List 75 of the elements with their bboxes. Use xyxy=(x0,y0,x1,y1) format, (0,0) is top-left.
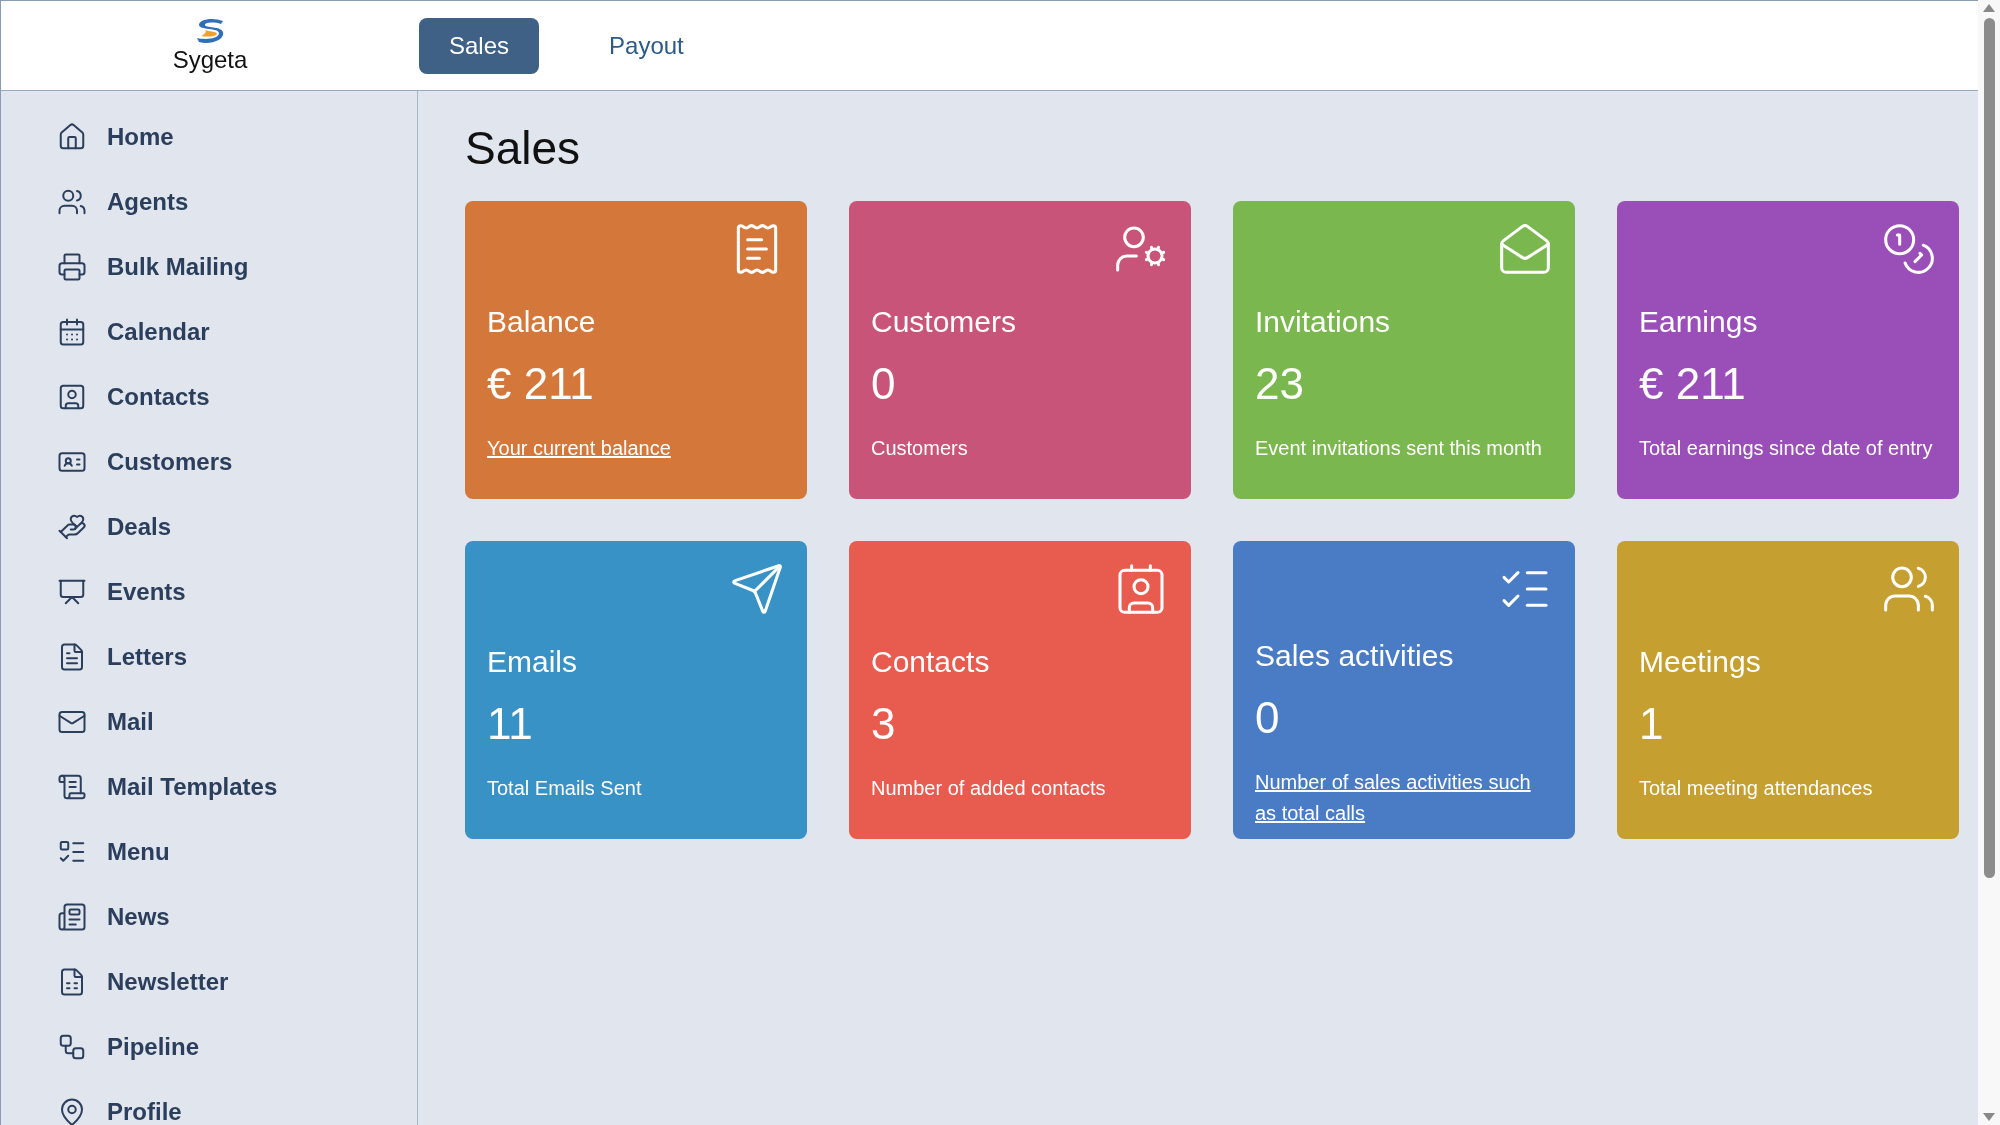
scroll-up-icon[interactable] xyxy=(1983,4,1995,12)
sidebar-item[interactable]: Bulk Mailing xyxy=(57,247,417,287)
page-title: Sales xyxy=(465,121,582,175)
sidebar-item[interactable]: Home xyxy=(57,117,417,157)
sidebar-item[interactable]: Mail Templates xyxy=(57,767,417,807)
coins-icon xyxy=(1881,221,1937,277)
card-title: Customers xyxy=(871,305,1018,339)
sidebar-item[interactable]: Mail xyxy=(57,702,417,742)
presentation-icon xyxy=(57,577,87,607)
sidebar-item-label: Profile xyxy=(107,1098,182,1125)
sidebar-item-label: Agents xyxy=(107,188,189,216)
sidebar-item[interactable]: Pipeline xyxy=(57,1027,417,1067)
card-title: Meetings xyxy=(1639,645,1762,679)
newspaper-icon xyxy=(57,902,87,932)
sidebar-item[interactable]: Customers xyxy=(57,442,417,482)
sidebar-item-label: Mail xyxy=(107,708,154,736)
scrollbar[interactable] xyxy=(1978,0,2000,1125)
sidebar-item[interactable]: Newsletter xyxy=(57,962,417,1002)
calendar-icon xyxy=(57,317,87,347)
sidebar-item[interactable]: Menu xyxy=(57,832,417,872)
card-title: Balance xyxy=(487,305,597,339)
open-envelope-icon xyxy=(1497,221,1553,277)
card-description: Total earnings since date of entry xyxy=(1639,436,1934,461)
card-description: Event invitations sent this month xyxy=(1255,436,1543,461)
scroll-icon xyxy=(57,772,87,802)
sidebar-item-label: Pipeline xyxy=(107,1033,200,1061)
card-value: 0 xyxy=(1255,693,1281,743)
contact-card-icon xyxy=(57,382,87,412)
card-value: 0 xyxy=(871,359,897,409)
sidebar-item[interactable]: Contacts xyxy=(57,377,417,417)
sidebar-item-label: Deals xyxy=(107,513,172,541)
sidebar-item-label: Menu xyxy=(107,838,170,866)
sidebar-item-label: Contacts xyxy=(107,383,210,411)
tab[interactable]: Payout xyxy=(579,17,714,74)
logo-text: Sygeta xyxy=(172,45,248,74)
sidebar-item-label: Mail Templates xyxy=(107,773,278,801)
sidebar-item[interactable]: Deals xyxy=(57,507,417,547)
card-value: 11 xyxy=(487,699,534,749)
card-value: 3 xyxy=(871,699,897,749)
sidebar-item[interactable]: Letters xyxy=(57,637,417,677)
sidebar-item-label: Newsletter xyxy=(107,968,229,996)
sidebar-item[interactable]: News xyxy=(57,897,417,937)
card-description: Total Emails Sent xyxy=(487,776,643,801)
card-value: € 211 xyxy=(1639,359,1747,409)
sidebar-item-label: Letters xyxy=(107,643,188,671)
sidebar-item-label: Events xyxy=(107,578,186,606)
scrollbar-thumb[interactable] xyxy=(1983,18,1995,878)
people-icon xyxy=(57,187,87,217)
printer-icon xyxy=(57,252,87,282)
home-icon xyxy=(57,122,87,152)
card-link[interactable]: Number of sales activities such as total calls xyxy=(1255,767,1553,829)
sidebar-item-label: Calendar xyxy=(107,318,210,346)
card-value: 23 xyxy=(1255,359,1305,409)
card-description: Number of added contacts xyxy=(871,776,1107,801)
card-value: € 211 xyxy=(487,359,595,409)
sidebar-item-label: News xyxy=(107,903,170,931)
paper-plane-icon xyxy=(729,561,785,617)
card-title: Contacts xyxy=(871,645,991,679)
card-title: Emails xyxy=(487,645,578,679)
card-value: 1 xyxy=(1639,699,1665,749)
sidebar-item-label: Bulk Mailing xyxy=(107,253,249,281)
sidebar-item-label: Customers xyxy=(107,448,233,476)
card-description: Total meeting attendances xyxy=(1639,776,1874,801)
workflow-icon xyxy=(57,1032,87,1062)
sidebar-item[interactable]: Profile xyxy=(57,1092,417,1125)
tab[interactable]: Sales xyxy=(419,17,540,74)
card-title: Sales activities xyxy=(1255,639,1455,673)
sidebar-item[interactable]: Calendar xyxy=(57,312,417,352)
card-title: Invitations xyxy=(1255,305,1392,339)
sidebar-item[interactable]: Events xyxy=(57,572,417,612)
card-description: Customers xyxy=(871,436,969,461)
card-title: Earnings xyxy=(1639,305,1759,339)
sidebar-item[interactable]: Agents xyxy=(57,182,417,222)
scroll-down-icon[interactable] xyxy=(1983,1113,1995,1121)
sidebar-item-label: Home xyxy=(107,123,174,151)
